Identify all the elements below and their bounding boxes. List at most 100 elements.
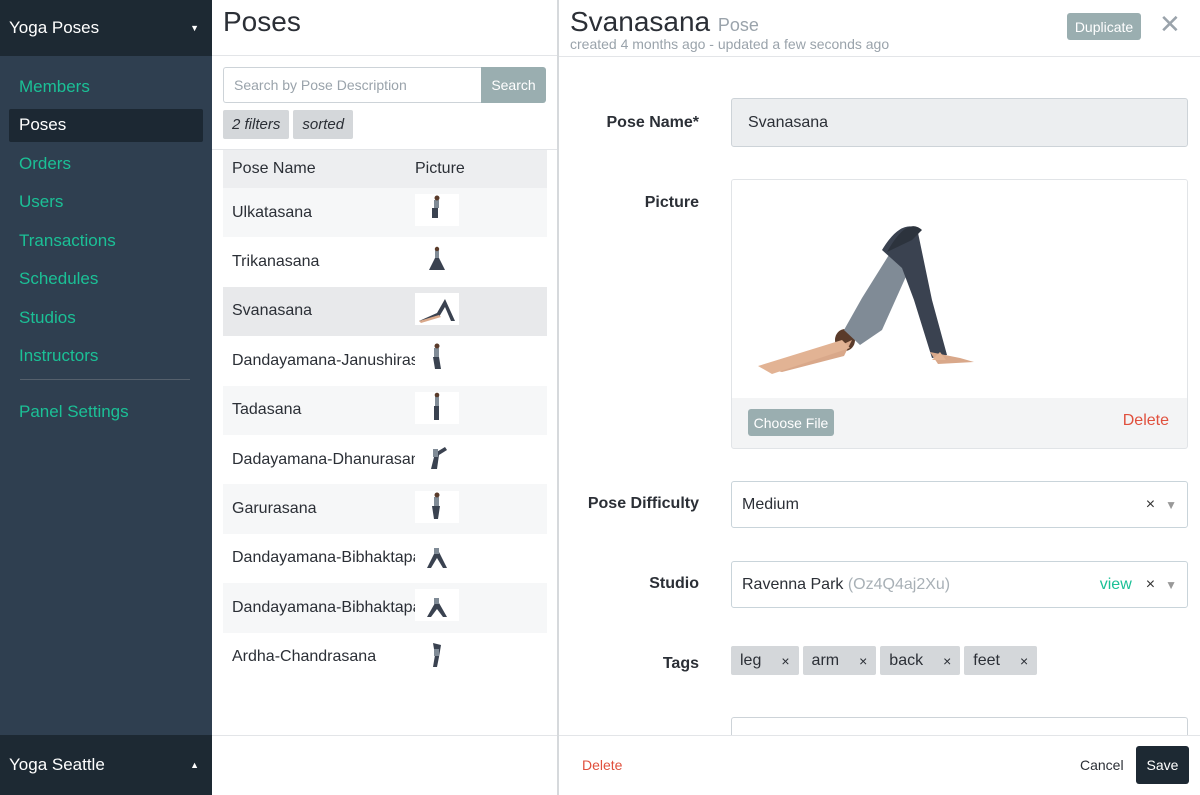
dropdown-arrow-icon[interactable]: ▼ bbox=[1165, 498, 1177, 512]
sidebar-item-transactions[interactable]: Transactions bbox=[9, 224, 203, 257]
studio-view-link[interactable]: view bbox=[1100, 576, 1132, 594]
tag-chip: feet × bbox=[964, 646, 1038, 675]
table-header: Pose Name Picture bbox=[223, 150, 547, 188]
table-row[interactable]: Garurasana bbox=[223, 484, 547, 534]
remove-tag-icon[interactable]: × bbox=[859, 653, 867, 669]
pose-illustration bbox=[758, 226, 974, 374]
sidebar-item-orders[interactable]: Orders bbox=[9, 147, 203, 180]
studio-value: Ravenna Park (Oz4Q4aj2Xu) bbox=[742, 576, 1100, 594]
table-row[interactable]: Dadayamana-Dhanurasana bbox=[223, 435, 547, 484]
pose-name-cell: Dandayamana-Bibhaktapada bbox=[232, 549, 415, 567]
pose-name-cell: Ulkatasana bbox=[232, 203, 313, 221]
table-row[interactable]: Dandayamana-Bibhaktapada bbox=[223, 583, 547, 633]
pose-thumbnail bbox=[415, 490, 459, 523]
pose-name-cell: Dandayamana-Janushirasana bbox=[232, 351, 415, 369]
pose-thumbnail bbox=[415, 243, 459, 276]
pose-name-label: Pose Name* bbox=[606, 114, 700, 131]
picture-label: Picture bbox=[644, 194, 699, 211]
delete-record-button[interactable]: Delete bbox=[582, 757, 622, 773]
app-title: Yoga Poses bbox=[9, 18, 100, 37]
pose-thumbnail bbox=[415, 342, 459, 375]
dropdown-arrow-icon[interactable]: ▼ bbox=[1165, 578, 1177, 592]
sidebar-item-panel-settings[interactable]: Panel Settings bbox=[9, 396, 203, 429]
column-header-pose-name[interactable]: Pose Name bbox=[223, 160, 415, 178]
picture-cell bbox=[415, 292, 547, 330]
sidebar-item-members[interactable]: Members bbox=[9, 70, 203, 103]
pose-difficulty-label: Pose Difficulty bbox=[587, 495, 699, 512]
table-row[interactable]: Dandayamana-Bibhaktapada bbox=[223, 534, 547, 583]
save-button[interactable]: Save bbox=[1136, 746, 1189, 784]
sorted-chip[interactable]: sorted bbox=[293, 110, 354, 139]
cancel-button[interactable]: Cancel bbox=[1080, 757, 1124, 773]
choose-file-button[interactable]: Choose File bbox=[748, 409, 834, 436]
table-row[interactable]: Ulkatasana bbox=[223, 188, 547, 238]
pose-thumbnail bbox=[415, 194, 459, 227]
description-field[interactable] bbox=[731, 717, 1188, 737]
sidebar-item-schedules[interactable]: Schedules bbox=[9, 263, 203, 296]
search-bar: Search bbox=[223, 67, 546, 103]
pose-thumbnail bbox=[415, 441, 459, 474]
picture-cell bbox=[415, 342, 547, 379]
record-meta: created 4 months ago - updated a few sec… bbox=[570, 36, 890, 52]
tag-chip: arm × bbox=[802, 646, 877, 675]
remove-tag-icon[interactable]: × bbox=[943, 653, 951, 669]
sidebar-item-poses[interactable]: Poses bbox=[9, 108, 203, 142]
studio-select[interactable]: Ravenna Park (Oz4Q4aj2Xu) view × ▼ bbox=[731, 561, 1188, 608]
list-footer bbox=[212, 735, 558, 795]
pose-thumbnail bbox=[415, 292, 459, 325]
remove-tag-icon[interactable]: × bbox=[1020, 653, 1028, 669]
record-name: Svanasana bbox=[570, 6, 711, 37]
pose-thumbnail bbox=[415, 638, 459, 671]
studio-name: Ravenna Park bbox=[742, 575, 844, 593]
clear-icon[interactable]: × bbox=[1146, 576, 1155, 594]
pose-name-cell: Tadasana bbox=[232, 401, 302, 419]
poses-table: Pose Name Picture Ulkatasana Trikanasana S… bbox=[223, 150, 547, 682]
remove-tag-icon[interactable]: × bbox=[781, 653, 789, 669]
app-switcher[interactable]: Yoga Poses ▼ bbox=[0, 0, 212, 56]
table-row[interactable]: Ardha-Chandrasana bbox=[223, 633, 547, 682]
table-row[interactable]: Trikanasana bbox=[223, 237, 547, 286]
pose-name-input[interactable]: Svanasana bbox=[731, 98, 1188, 147]
difficulty-value: Medium bbox=[742, 495, 799, 513]
table-row[interactable]: Svanasana bbox=[223, 286, 547, 337]
tag-label: leg bbox=[740, 651, 762, 669]
caret-down-icon: ▼ bbox=[190, 23, 199, 33]
clear-icon[interactable]: × bbox=[1146, 496, 1155, 514]
account-switcher[interactable]: Yoga Seattle ▲ bbox=[0, 735, 212, 795]
picture-delete-link[interactable]: Delete bbox=[1123, 412, 1169, 430]
pose-difficulty-select[interactable]: Medium × ▼ bbox=[731, 481, 1188, 528]
studio-label: Studio bbox=[649, 575, 699, 592]
pose-name-cell: Garurasana bbox=[232, 500, 317, 518]
picture-cell bbox=[415, 391, 547, 429]
tag-label: arm bbox=[811, 651, 840, 669]
column-header-picture[interactable]: Picture bbox=[415, 160, 547, 178]
duplicate-button[interactable]: Duplicate bbox=[1067, 13, 1141, 40]
caret-up-icon: ▲ bbox=[190, 760, 199, 770]
pose-detail-panel: Svanasana Pose created 4 months ago - up… bbox=[559, 0, 1200, 795]
sidebar-item-studios[interactable]: Studios bbox=[9, 301, 203, 334]
pose-name-cell: Trikanasana bbox=[232, 253, 320, 271]
poses-list-panel: Poses Search 2 filters sorted Pose Name … bbox=[212, 0, 558, 795]
tag-chip: leg × bbox=[731, 646, 799, 675]
record-title: Svanasana Pose bbox=[570, 6, 759, 38]
sidebar-item-instructors[interactable]: Instructors bbox=[9, 340, 203, 373]
studio-id: (Oz4Q4aj2Xu) bbox=[847, 575, 951, 593]
filter-chips: 2 filters sorted bbox=[223, 110, 354, 139]
table-row[interactable]: Dandayamana-Janushirasana bbox=[223, 336, 547, 385]
picture-cell bbox=[415, 243, 547, 281]
pose-name-cell: Ardha-Chandrasana bbox=[232, 648, 377, 666]
pose-thumbnail bbox=[415, 391, 459, 424]
sidebar-nav: Members Poses Orders Users Transactions … bbox=[0, 56, 212, 429]
pose-thumbnail bbox=[415, 539, 459, 572]
search-button[interactable]: Search bbox=[481, 67, 546, 103]
tag-label: feet bbox=[973, 651, 1000, 669]
table-row[interactable]: Tadasana bbox=[223, 385, 547, 435]
filters-chip[interactable]: 2 filters bbox=[223, 110, 290, 139]
close-icon[interactable]: ✕ bbox=[1159, 11, 1181, 37]
record-type: Pose bbox=[717, 15, 759, 35]
pose-name-cell: Svanasana bbox=[232, 302, 313, 320]
account-name: Yoga Seattle bbox=[9, 755, 105, 774]
tags-field: leg × arm × back × feet × bbox=[731, 646, 1038, 675]
search-input[interactable] bbox=[223, 67, 481, 103]
sidebar-item-users[interactable]: Users bbox=[9, 186, 203, 219]
